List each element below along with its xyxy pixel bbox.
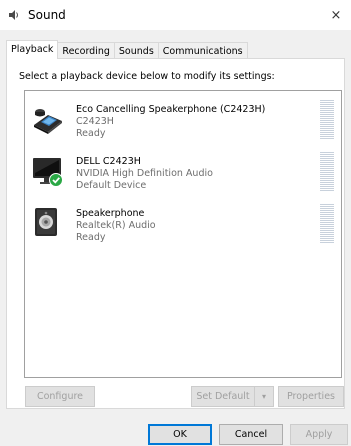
set-default-button[interactable]: Set Default	[191, 386, 255, 407]
ok-button[interactable]: OK	[148, 424, 212, 445]
volume-meter	[320, 204, 334, 244]
volume-meter	[320, 152, 334, 192]
device-list[interactable]: Eco Cancelling Speakerphone (C2423H) C24…	[24, 90, 342, 378]
tab-strip: Playback Recording Sounds Communications	[6, 40, 248, 59]
cancel-button[interactable]: Cancel	[219, 424, 283, 445]
close-button[interactable]: ×	[321, 0, 351, 30]
set-default-dropdown-button[interactable]: ▾	[254, 386, 274, 407]
device-model: C2423H	[76, 116, 114, 127]
sound-dialog: Sound × Playback Recording Sounds Commun…	[0, 0, 351, 446]
tab-playback[interactable]: Playback	[6, 40, 59, 59]
device-row-speakerphone[interactable]: Speakerphone Realtek(R) Audio Ready	[25, 199, 341, 247]
chevron-down-icon: ▾	[261, 392, 266, 401]
tab-sounds[interactable]: Sounds	[113, 42, 159, 59]
tab-recording[interactable]: Recording	[57, 42, 115, 59]
title-bar: Sound ×	[0, 0, 351, 30]
device-status: Ready	[76, 232, 106, 243]
monitor-device-icon	[33, 158, 63, 187]
speaker-device-icon	[35, 208, 57, 236]
volume-meter	[320, 100, 334, 140]
apply-button[interactable]: Apply	[290, 424, 348, 445]
device-status: Ready	[76, 128, 106, 139]
device-name: Eco Cancelling Speakerphone (C2423H)	[76, 104, 266, 115]
device-row-eco-speakerphone[interactable]: Eco Cancelling Speakerphone (C2423H) C24…	[25, 95, 341, 143]
device-name: Speakerphone	[76, 208, 145, 219]
window-title: Sound	[28, 8, 66, 22]
device-driver: Realtek(R) Audio	[76, 220, 156, 231]
device-status: Default Device	[76, 180, 147, 191]
properties-button[interactable]: Properties	[278, 386, 344, 407]
device-name: DELL C2423H	[76, 156, 141, 167]
device-driver: NVIDIA High Definition Audio	[76, 168, 213, 179]
close-icon: ×	[330, 7, 342, 23]
tab-communications[interactable]: Communications	[157, 42, 248, 59]
speakerphone-device-icon	[34, 109, 62, 134]
speaker-icon	[9, 10, 18, 20]
configure-button[interactable]: Configure	[25, 386, 95, 407]
device-row-dell-c2423h[interactable]: DELL C2423H NVIDIA High Definition Audio…	[25, 147, 341, 195]
instruction-text: Select a playback device below to modify…	[19, 71, 275, 82]
